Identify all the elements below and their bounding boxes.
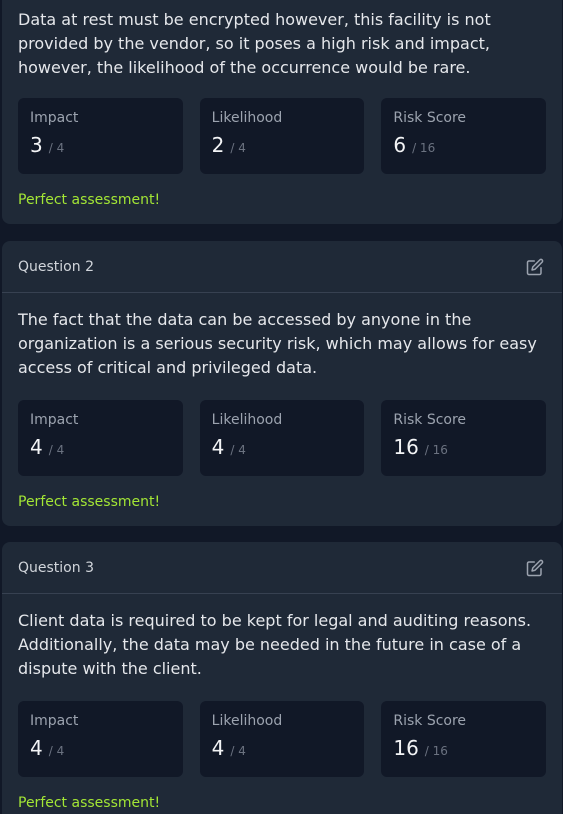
impact-label: Impact <box>30 110 79 126</box>
risk-score-metric: Risk Score 16 / 16 <box>381 701 547 777</box>
feedback-text: Perfect assessment! <box>18 192 161 208</box>
metrics-row: Impact 3 / 4 Likelihood 2 / 4 Risk Score <box>18 98 547 174</box>
question-card-body: The fact that the data can be accessed b… <box>2 293 562 511</box>
likelihood-value: 4 <box>211 736 225 760</box>
question-review-list: Data at rest must be encrypted however, … <box>0 0 563 814</box>
impact-value: 4 <box>30 736 43 760</box>
answer-text: Client data is required to be kept for l… <box>18 611 532 678</box>
likelihood-max: / 4 <box>230 744 246 758</box>
question-title: Question 2 <box>18 258 94 275</box>
question-card-3: Question 3 Client data is required to be… <box>2 542 562 814</box>
question-card-body: Data at rest must be encrypted however, … <box>2 0 562 209</box>
risk-score-label: Risk Score <box>393 412 467 428</box>
risk-score-metric: Risk Score 6 / 16 <box>381 98 547 174</box>
likelihood-label: Likelihood <box>211 110 283 126</box>
likelihood-metric: Likelihood 4 / 4 <box>199 400 365 476</box>
impact-max: / 4 <box>48 443 65 457</box>
impact-metric: Impact 4 / 4 <box>18 400 183 476</box>
impact-metric: Impact 3 / 4 <box>18 98 183 174</box>
metrics-row: Impact 4 / 4 Likelihood 4 / 4 Risk Score <box>18 400 547 476</box>
impact-metric: Impact 4 / 4 <box>18 701 183 777</box>
likelihood-label: Likelihood <box>211 412 283 428</box>
metrics-row: Impact 4 / 4 Likelihood 4 / 4 Risk Score <box>18 701 547 777</box>
answer-text: The fact that the data can be accessed b… <box>18 310 537 377</box>
impact-label: Impact <box>30 713 79 729</box>
feedback-text: Perfect assessment! <box>18 494 161 510</box>
edit-icon[interactable] <box>524 557 546 579</box>
impact-label: Impact <box>30 412 79 428</box>
question-card-1: Data at rest must be encrypted however, … <box>2 0 562 224</box>
likelihood-max: / 4 <box>230 141 246 155</box>
question-card-header: Question 3 <box>2 542 562 594</box>
risk-score-max: / 16 <box>424 744 448 758</box>
impact-max: / 4 <box>48 744 65 758</box>
risk-score-label: Risk Score <box>393 713 467 729</box>
question-title: Question 3 <box>18 559 94 576</box>
question-card-header: Question 2 <box>2 241 562 293</box>
risk-score-label: Risk Score <box>393 110 467 126</box>
likelihood-value: 4 <box>211 435 225 459</box>
impact-value: 3 <box>30 133 43 157</box>
impact-max: / 4 <box>48 141 65 155</box>
question-card-2: Question 2 The fact that the data can be… <box>2 241 562 526</box>
impact-value: 4 <box>30 435 43 459</box>
risk-score-value: 16 <box>393 736 419 760</box>
question-card-body: Client data is required to be kept for l… <box>2 594 562 812</box>
risk-score-max: / 16 <box>412 141 436 155</box>
likelihood-max: / 4 <box>230 443 246 457</box>
risk-score-value: 6 <box>393 133 407 157</box>
likelihood-metric: Likelihood 4 / 4 <box>199 701 365 777</box>
likelihood-label: Likelihood <box>211 713 283 729</box>
feedback-text: Perfect assessment! <box>18 795 161 811</box>
risk-score-metric: Risk Score 16 / 16 <box>381 400 547 476</box>
risk-score-value: 16 <box>393 435 419 459</box>
risk-score-max: / 16 <box>424 443 448 457</box>
likelihood-metric: Likelihood 2 / 4 <box>199 98 365 174</box>
edit-icon[interactable] <box>524 256 546 278</box>
likelihood-value: 2 <box>211 133 225 157</box>
answer-text: Data at rest must be encrypted however, … <box>18 10 491 77</box>
